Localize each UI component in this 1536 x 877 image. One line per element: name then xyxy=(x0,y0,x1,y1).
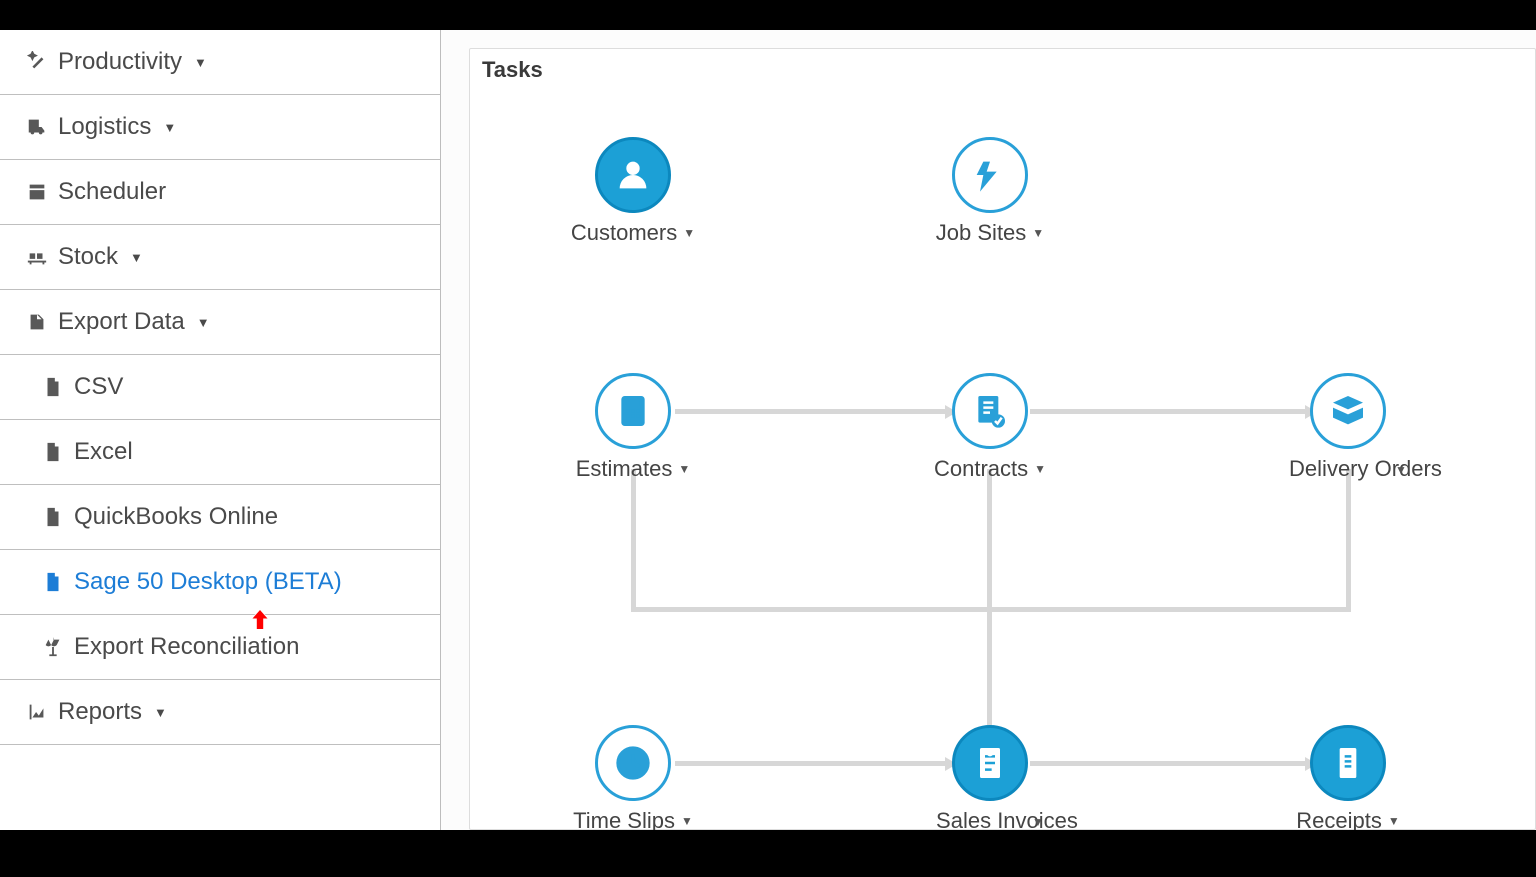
caret-down-icon: ▼ xyxy=(1388,814,1400,828)
sidebar-item-label: Excel xyxy=(74,438,133,466)
sidebar-item-reports[interactable]: Reports ▼ xyxy=(0,680,440,745)
connector-line xyxy=(987,469,992,729)
clock-icon xyxy=(595,725,671,801)
task-customers[interactable]: Customers ▼ xyxy=(543,137,723,245)
chart-icon xyxy=(26,701,48,723)
app-window: Productivity ▼ Logistics ▼ Scheduler Sto… xyxy=(0,30,1536,830)
file-icon xyxy=(42,441,64,463)
caret-down-icon: ▼ xyxy=(678,462,690,476)
caret-down-icon: ▼ xyxy=(1032,226,1044,240)
caret-down-icon: ▼ xyxy=(1032,815,1044,829)
sidebar-item-logistics[interactable]: Logistics ▼ xyxy=(0,95,440,160)
caret-down-icon: ▼ xyxy=(130,250,143,265)
sidebar-item-sage50[interactable]: Sage 50 Desktop (BETA) xyxy=(0,550,440,615)
caret-down-icon: ▼ xyxy=(163,120,176,135)
task-contracts[interactable]: Contracts ▼ xyxy=(900,373,1080,481)
sidebar-item-label: QuickBooks Online xyxy=(74,503,278,531)
sidebar-item-export-reconciliation[interactable]: Export Reconciliation xyxy=(0,615,440,680)
caret-down-icon: ▼ xyxy=(681,814,693,828)
connector-line xyxy=(1346,469,1351,609)
sidebar-item-label: Scheduler xyxy=(58,178,166,206)
tasks-title: Tasks xyxy=(470,49,1535,99)
export-icon xyxy=(26,311,48,333)
task-flow-diagram: Customers ▼ Job Sites ▼ xyxy=(470,99,1535,819)
file-icon xyxy=(42,376,64,398)
contracts-icon xyxy=(952,373,1028,449)
jobsites-icon xyxy=(952,137,1028,213)
sidebar-item-label: Logistics xyxy=(58,113,151,141)
sidebar-item-excel[interactable]: Excel xyxy=(0,420,440,485)
caret-down-icon: ▼ xyxy=(154,705,167,720)
task-label: Time Slips ▼ xyxy=(573,809,693,830)
task-delivery-orders[interactable]: Delivery Orders ▼ xyxy=(1258,373,1438,481)
truck-icon xyxy=(26,116,48,138)
sidebar-item-quickbooks[interactable]: QuickBooks Online xyxy=(0,485,440,550)
pallet-icon xyxy=(26,246,48,268)
sidebar: Productivity ▼ Logistics ▼ Scheduler Sto… xyxy=(0,30,441,830)
task-label: Customers ▼ xyxy=(571,221,695,245)
wand-icon xyxy=(26,51,48,73)
task-timeslips[interactable]: Time Slips ▼ xyxy=(543,725,723,830)
task-label: Job Sites ▼ xyxy=(936,221,1044,245)
caret-down-icon: ▼ xyxy=(194,55,207,70)
sidebar-item-label: Export Reconciliation xyxy=(74,633,299,661)
sidebar-item-label: Export Data xyxy=(58,308,185,336)
file-icon xyxy=(42,506,64,528)
caret-down-icon: ▼ xyxy=(1034,462,1046,476)
task-label: Receipts ▼ xyxy=(1296,809,1399,830)
estimates-icon xyxy=(595,373,671,449)
task-receipts[interactable]: Receipts ▼ xyxy=(1258,725,1438,830)
connector-line xyxy=(631,469,636,609)
caret-down-icon: ▼ xyxy=(197,315,210,330)
connector-line xyxy=(631,607,1351,612)
sidebar-item-label: Reports xyxy=(58,698,142,726)
sidebar-item-label: CSV xyxy=(74,373,123,401)
scale-icon xyxy=(42,636,64,658)
file-icon xyxy=(42,571,64,593)
sidebar-item-stock[interactable]: Stock ▼ xyxy=(0,225,440,290)
sidebar-item-productivity[interactable]: Productivity ▼ xyxy=(0,30,440,95)
calendar-icon xyxy=(26,181,48,203)
invoice-icon xyxy=(952,725,1028,801)
sidebar-item-csv[interactable]: CSV xyxy=(0,355,440,420)
sidebar-item-label: Productivity xyxy=(58,48,182,76)
task-label: Contracts ▼ xyxy=(934,457,1046,481)
task-label: Estimates ▼ xyxy=(576,457,690,481)
task-label: Sales Invoices ▼ xyxy=(936,809,1044,830)
receipt-icon xyxy=(1310,725,1386,801)
delivery-icon xyxy=(1310,373,1386,449)
sidebar-item-scheduler[interactable]: Scheduler xyxy=(0,160,440,225)
task-label: Delivery Orders ▼ xyxy=(1289,457,1407,481)
task-jobsites[interactable]: Job Sites ▼ xyxy=(900,137,1080,245)
sidebar-item-export-data[interactable]: Export Data ▼ xyxy=(0,290,440,355)
main-content: Tasks xyxy=(441,30,1536,830)
tasks-panel: Tasks xyxy=(469,48,1536,830)
task-sales-invoices[interactable]: Sales Invoices ▼ xyxy=(900,725,1080,830)
task-estimates[interactable]: Estimates ▼ xyxy=(543,373,723,481)
caret-down-icon: ▼ xyxy=(683,226,695,240)
sidebar-item-label: Stock xyxy=(58,243,118,271)
sidebar-item-label: Sage 50 Desktop (BETA) xyxy=(74,568,342,596)
customers-icon xyxy=(595,137,671,213)
caret-down-icon: ▼ xyxy=(1395,463,1407,477)
